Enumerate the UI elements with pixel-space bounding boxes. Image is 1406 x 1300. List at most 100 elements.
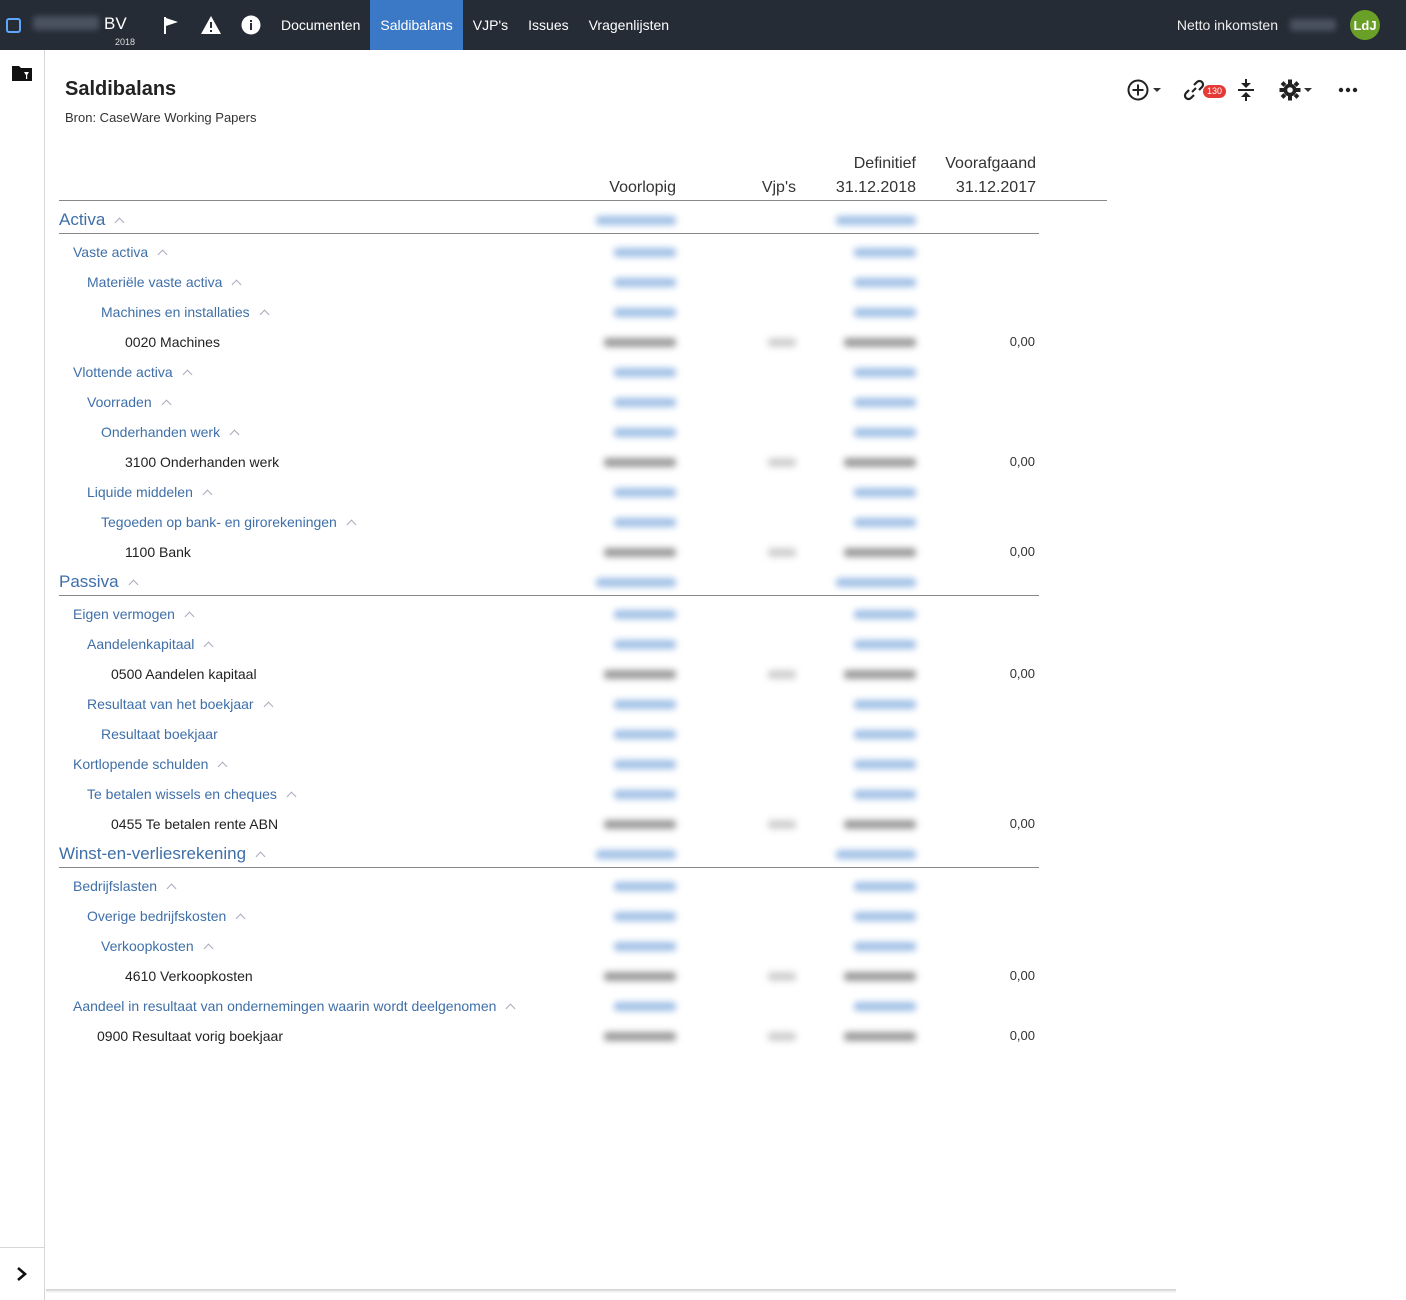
account-row[interactable]: 0455 Te betalen rente ABN 0,00	[46, 809, 1046, 839]
definitief-value-redacted	[854, 790, 916, 799]
account-row[interactable]: 0020 Machines 0,00	[46, 327, 1046, 357]
links-button[interactable]: 130	[1183, 79, 1227, 101]
voorlopig-value-redacted	[614, 610, 676, 619]
row-label[interactable]: Resultaat boekjaar	[101, 719, 218, 749]
group-row[interactable]: Vlottende activa	[46, 357, 1046, 387]
chevron-up-icon[interactable]	[263, 701, 274, 712]
chevron-up-icon[interactable]	[229, 429, 240, 440]
definitief-value-redacted	[854, 912, 916, 921]
group-row[interactable]: Overige bedrijfskosten	[46, 901, 1046, 931]
chevron-up-icon[interactable]	[202, 489, 213, 500]
add-button[interactable]	[1126, 78, 1161, 102]
column-vjps[interactable]: Vjp's	[736, 176, 796, 200]
tab-documenten[interactable]: Documenten	[271, 0, 370, 50]
tab-saldibalans[interactable]: Saldibalans	[370, 0, 463, 50]
account-row[interactable]: 3100 Onderhanden werk 0,00	[46, 447, 1046, 477]
group-row[interactable]: Resultaat van het boekjaar	[46, 689, 1046, 719]
company-selector[interactable]: BV 2018	[31, 0, 151, 50]
row-label[interactable]: Machines en installaties	[101, 297, 270, 327]
account-row[interactable]: 0500 Aandelen kapitaal 0,00	[46, 659, 1046, 689]
tab-vragenlijsten[interactable]: Vragenlijsten	[579, 0, 679, 50]
group-row[interactable]: Kortlopende schulden	[46, 749, 1046, 779]
row-label[interactable]: Vaste activa	[73, 237, 168, 267]
group-row[interactable]: Voorraden	[46, 387, 1046, 417]
account-row[interactable]: 0900 Resultaat vorig boekjaar 0,00	[46, 1021, 1046, 1051]
row-label[interactable]: Kortlopende schulden	[73, 749, 228, 779]
tab-issues[interactable]: Issues	[518, 0, 578, 50]
column-voorafgaand[interactable]: Voorafgaand 31.12.2017	[926, 152, 1036, 200]
section-row[interactable]: Activa	[46, 205, 1046, 235]
section-row[interactable]: Passiva	[46, 567, 1046, 597]
section-row[interactable]: Winst-en-verliesrekening	[46, 839, 1046, 869]
account-row[interactable]: 4610 Verkoopkosten 0,00	[46, 961, 1046, 991]
row-label[interactable]: Resultaat van het boekjaar	[87, 689, 274, 719]
group-row[interactable]: Materiële vaste activa	[46, 267, 1046, 297]
row-label[interactable]: Liquide middelen	[87, 477, 213, 507]
chevron-up-icon[interactable]	[203, 641, 214, 652]
info-icon[interactable]	[231, 0, 271, 50]
row-label[interactable]: Eigen vermogen	[73, 599, 195, 629]
chevron-up-icon[interactable]	[346, 519, 357, 530]
chevron-up-icon[interactable]	[166, 883, 177, 894]
group-row[interactable]: Resultaat boekjaar	[46, 719, 1046, 749]
folder-icon[interactable]	[11, 64, 33, 87]
row-label[interactable]: Overige bedrijfskosten	[87, 901, 246, 931]
voorlopig-value-redacted	[604, 548, 676, 557]
chevron-up-icon[interactable]	[161, 399, 172, 410]
row-label[interactable]: Vlottende activa	[73, 357, 193, 387]
account-row[interactable]: 1100 Bank 0,00	[46, 537, 1046, 567]
chevron-up-icon[interactable]	[259, 309, 270, 320]
warning-icon[interactable]	[191, 0, 231, 50]
row-label[interactable]: Voorraden	[87, 387, 172, 417]
chevron-down-icon	[1153, 88, 1161, 92]
row-label[interactable]: Materiële vaste activa	[87, 267, 242, 297]
row-label[interactable]: Onderhanden werk	[101, 417, 240, 447]
chevron-up-icon[interactable]	[231, 279, 242, 290]
chevron-up-icon[interactable]	[182, 369, 193, 380]
chevron-up-icon[interactable]	[157, 249, 168, 260]
app-logo-icon[interactable]	[6, 17, 21, 33]
group-row[interactable]: Vaste activa	[46, 237, 1046, 267]
group-row[interactable]: Liquide middelen	[46, 477, 1046, 507]
settings-button[interactable]	[1279, 79, 1312, 101]
chevron-up-icon[interactable]	[235, 913, 246, 924]
row-label[interactable]: Aandeel in resultaat van ondernemingen w…	[73, 991, 516, 1021]
group-row[interactable]: Eigen vermogen	[46, 599, 1046, 629]
more-options-button[interactable]	[1338, 87, 1358, 93]
column-definitief[interactable]: Definitief 31.12.2018	[806, 152, 916, 200]
group-row[interactable]: Aandeel in resultaat van ondernemingen w…	[46, 991, 1046, 1021]
chevron-up-icon[interactable]	[114, 217, 125, 228]
chevron-up-icon[interactable]	[505, 1003, 516, 1014]
chevron-up-icon[interactable]	[203, 943, 214, 954]
row-label[interactable]: Winst-en-verliesrekening	[59, 839, 266, 869]
collapse-rows-button[interactable]	[1235, 78, 1257, 102]
chevron-up-icon[interactable]	[286, 791, 297, 802]
row-label[interactable]: Te betalen wissels en cheques	[87, 779, 297, 809]
row-label-text: Passiva	[59, 572, 119, 591]
column-voorlopig[interactable]: Voorlopig	[576, 176, 676, 200]
row-label[interactable]: Passiva	[59, 567, 138, 597]
section-divider	[59, 233, 1039, 234]
group-row[interactable]: Tegoeden op bank- en girorekeningen	[46, 507, 1046, 537]
tab-vjp-s[interactable]: VJP's	[463, 0, 518, 50]
row-label-text: Winst-en-verliesrekening	[59, 844, 247, 863]
row-label[interactable]: Tegoeden op bank- en girorekeningen	[101, 507, 357, 537]
chevron-up-icon[interactable]	[184, 611, 195, 622]
group-row[interactable]: Verkoopkosten	[46, 931, 1046, 961]
chevron-up-icon[interactable]	[217, 761, 228, 772]
gear-icon	[1279, 79, 1301, 101]
flag-icon[interactable]	[151, 0, 191, 50]
row-label[interactable]: Bedrijfslasten	[73, 871, 177, 901]
group-row[interactable]: Machines en installaties	[46, 297, 1046, 327]
user-avatar[interactable]: LdJ	[1350, 10, 1380, 40]
row-label[interactable]: Activa	[59, 205, 125, 235]
chevron-up-icon[interactable]	[255, 851, 266, 862]
group-row[interactable]: Aandelenkapitaal	[46, 629, 1046, 659]
group-row[interactable]: Bedrijfslasten	[46, 871, 1046, 901]
expand-panel-button[interactable]	[0, 1247, 44, 1300]
group-row[interactable]: Onderhanden werk	[46, 417, 1046, 447]
chevron-up-icon[interactable]	[128, 579, 138, 590]
row-label[interactable]: Aandelenkapitaal	[87, 629, 214, 659]
group-row[interactable]: Te betalen wissels en cheques	[46, 779, 1046, 809]
row-label[interactable]: Verkoopkosten	[101, 931, 214, 961]
